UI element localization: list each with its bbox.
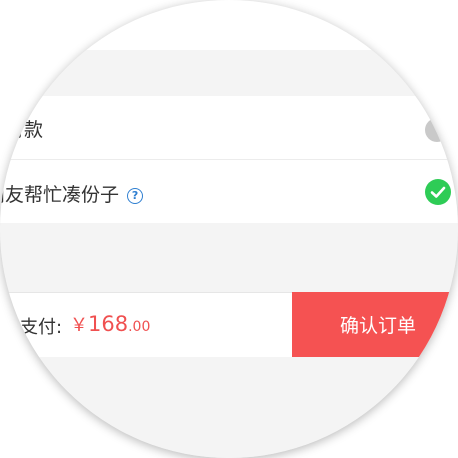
screen: 。 已付款 朋友帮忙凑份子? 支付: ￥168.00 确认订单 xyxy=(0,0,458,458)
payment-option-paid[interactable]: 已付款 xyxy=(0,96,458,159)
payment-option-label: 已付款 xyxy=(0,119,44,141)
radio-unselected-icon[interactable] xyxy=(425,118,449,142)
pay-label: 支付: xyxy=(20,317,63,338)
payment-option-label: 朋友帮忙凑份子? xyxy=(0,180,144,207)
check-icon xyxy=(430,186,446,198)
section-header: 。 xyxy=(0,50,458,96)
checkmark-selected-icon[interactable] xyxy=(425,179,451,205)
magnifier-circle: 。 已付款 朋友帮忙凑份子? 支付: ￥168.00 确认订单 xyxy=(0,0,458,458)
bottom-blank xyxy=(0,357,458,458)
top-band xyxy=(0,0,458,50)
price-amount: 168 xyxy=(88,312,129,336)
payment-option-friends[interactable]: 朋友帮忙凑份子? xyxy=(0,160,458,223)
payment-option-label-text: 朋友帮忙凑份子 xyxy=(0,184,120,206)
price-decimal: .00 xyxy=(128,319,151,335)
currency-symbol: ￥ xyxy=(70,315,88,336)
spacer xyxy=(0,223,458,292)
total-price: ￥168.00 xyxy=(70,311,150,337)
section-header-text: 。 xyxy=(40,66,54,81)
confirm-order-button[interactable]: 确认订单 xyxy=(292,292,458,357)
question-circle-icon[interactable]: ? xyxy=(127,188,144,204)
